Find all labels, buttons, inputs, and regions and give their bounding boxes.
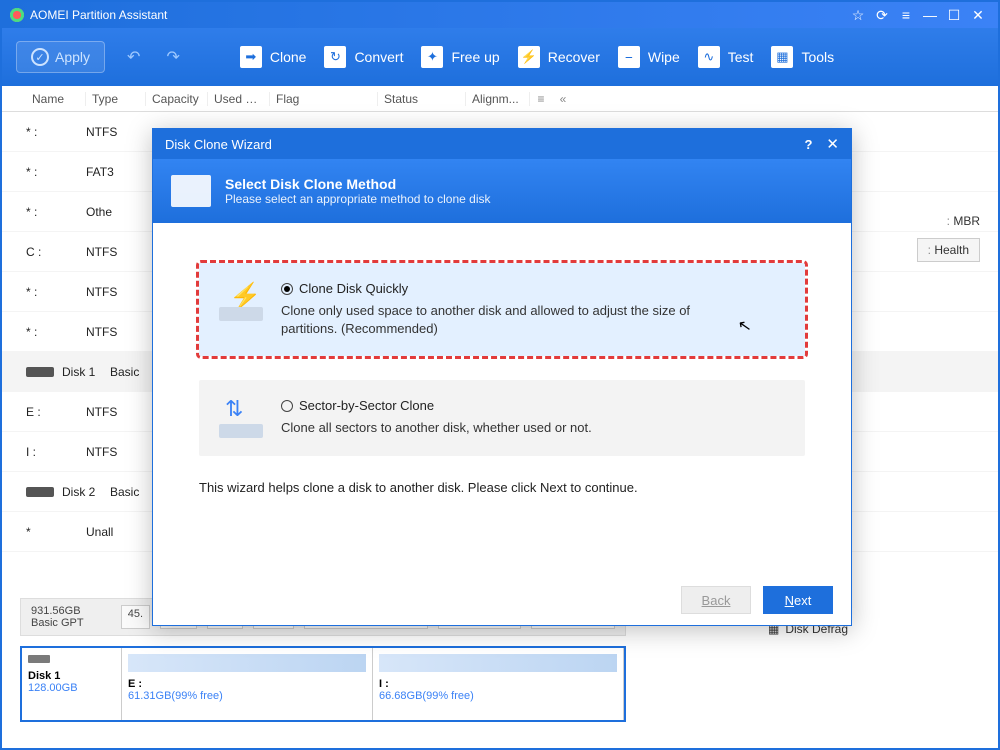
col-flag[interactable]: Flag bbox=[270, 92, 378, 106]
convert-icon: ↻ bbox=[324, 46, 346, 68]
col-capacity[interactable]: Capacity bbox=[146, 92, 208, 106]
disk-icon bbox=[28, 655, 50, 663]
option-title: Clone Disk Quickly bbox=[299, 281, 408, 296]
disk-graphic-part[interactable]: I : 66.68GB(99% free) bbox=[373, 648, 624, 720]
refresh-icon[interactable]: ⟳ bbox=[870, 7, 894, 24]
clone-icon: ➡ bbox=[240, 46, 262, 68]
titlebar: AOMEI Partition Assistant ☆ ⟳ ≡ — ☐ ✕ bbox=[2, 2, 998, 28]
undo-button[interactable]: ↶ bbox=[123, 47, 144, 67]
col-used[interactable]: Used S... bbox=[208, 92, 270, 106]
sector-clone-icon: ⇅ bbox=[219, 398, 263, 438]
maximize-button[interactable]: ☐ bbox=[942, 7, 966, 24]
quick-clone-icon: ⚡ bbox=[219, 281, 263, 321]
app-title: AOMEI Partition Assistant bbox=[30, 8, 167, 22]
dialog-titlebar: Disk Clone Wizard ? ✕ bbox=[153, 129, 851, 159]
test-icon: ∿ bbox=[698, 46, 720, 68]
redo-button[interactable]: ↷ bbox=[162, 47, 183, 67]
wizard-icon bbox=[171, 175, 211, 207]
apply-label: Apply bbox=[55, 49, 90, 65]
clone-tool[interactable]: ➡Clone bbox=[240, 46, 307, 68]
minimize-button[interactable]: — bbox=[918, 7, 942, 23]
disk-graphic-part[interactable]: E : 61.31GB(99% free) bbox=[122, 648, 373, 720]
wipe-icon: ⎯ bbox=[618, 46, 640, 68]
dialog-title: Disk Clone Wizard bbox=[165, 137, 272, 152]
disk-graphic[interactable]: Disk 1 128.00GB E : 61.31GB(99% free) I … bbox=[20, 646, 626, 722]
dialog-body: ⚡ Clone Disk Quickly Clone only used spa… bbox=[153, 223, 851, 575]
disk-graphic-head: Disk 1 128.00GB bbox=[22, 648, 122, 720]
menu-icon[interactable]: ≡ bbox=[894, 7, 918, 23]
col-type[interactable]: Type bbox=[86, 92, 146, 106]
disk-icon bbox=[26, 487, 54, 497]
dialog-footer: Back Next bbox=[153, 575, 851, 625]
dialog-heading: Select Disk Clone Method bbox=[225, 176, 491, 192]
radio-unselected[interactable] bbox=[281, 400, 293, 412]
option-sector-clone[interactable]: ⇅ Sector-by-Sector Clone Clone all secto… bbox=[199, 380, 805, 456]
disk-type-label: : MBR bbox=[917, 214, 980, 228]
option-desc: Clone all sectors to another disk, wheth… bbox=[281, 419, 592, 437]
convert-tool[interactable]: ↻Convert bbox=[324, 46, 403, 68]
check-icon: ✓ bbox=[31, 48, 49, 66]
disk-icon bbox=[26, 367, 54, 377]
wizard-hint: This wizard helps clone a disk to anothe… bbox=[199, 480, 805, 495]
dialog-header: Select Disk Clone Method Please select a… bbox=[153, 159, 851, 223]
back-button: Back bbox=[681, 586, 751, 614]
disk-scheme: Basic GPT bbox=[31, 617, 111, 629]
col-name[interactable]: Name bbox=[26, 92, 86, 106]
column-headers: Name Type Capacity Used S... Flag Status… bbox=[2, 86, 998, 112]
wipe-tool[interactable]: ⎯Wipe bbox=[618, 46, 680, 68]
app-logo bbox=[10, 8, 24, 22]
col-status[interactable]: Status bbox=[378, 92, 466, 106]
option-title: Sector-by-Sector Clone bbox=[299, 398, 434, 413]
close-button[interactable]: ✕ bbox=[966, 7, 990, 24]
col-align[interactable]: Alignm... bbox=[466, 92, 530, 106]
recover-icon: ⚡ bbox=[518, 46, 540, 68]
tools-icon: ▦ bbox=[771, 46, 793, 68]
recover-tool[interactable]: ⚡Recover bbox=[518, 46, 600, 68]
main-toolbar: ✓ Apply ↶ ↷ ➡Clone ↻Convert ✦Free up ⚡Re… bbox=[2, 28, 998, 86]
collapse-icon[interactable]: « bbox=[552, 92, 574, 106]
freeup-tool[interactable]: ✦Free up bbox=[421, 46, 499, 68]
radio-selected[interactable] bbox=[281, 283, 293, 295]
test-tool[interactable]: ∿Test bbox=[698, 46, 754, 68]
help-icon[interactable]: ? bbox=[804, 137, 812, 152]
option-clone-quickly[interactable]: ⚡ Clone Disk Quickly Clone only used spa… bbox=[199, 263, 805, 356]
seg[interactable]: 45. bbox=[121, 605, 150, 629]
disk-size: 931.56GB bbox=[31, 605, 111, 617]
right-panel: : MBR : Health bbox=[917, 214, 980, 262]
next-button[interactable]: Next bbox=[763, 586, 833, 614]
apply-button[interactable]: ✓ Apply bbox=[16, 41, 105, 73]
dialog-close-icon[interactable]: ✕ bbox=[826, 135, 839, 153]
tools-tool[interactable]: ▦Tools bbox=[771, 46, 834, 68]
option-desc: Clone only used space to another disk an… bbox=[281, 302, 721, 338]
disk-clone-wizard-dialog: Disk Clone Wizard ? ✕ Select Disk Clone … bbox=[152, 128, 852, 626]
dialog-subheading: Please select an appropriate method to c… bbox=[225, 192, 491, 206]
health-button[interactable]: : Health bbox=[917, 238, 980, 262]
freeup-icon: ✦ bbox=[421, 46, 443, 68]
star-icon[interactable]: ☆ bbox=[846, 7, 870, 24]
list-view-icon[interactable]: ≡ bbox=[530, 92, 552, 106]
